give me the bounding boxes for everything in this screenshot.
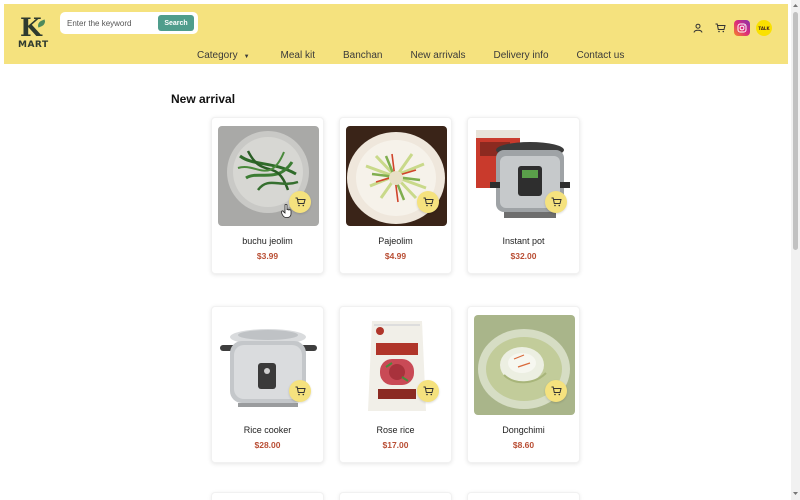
cart-icon bbox=[423, 386, 434, 396]
product-card[interactable]: Rice cooker $28.00 bbox=[211, 306, 324, 463]
user-icon[interactable] bbox=[690, 20, 706, 36]
caret-down-icon: ▼ bbox=[243, 53, 250, 60]
product-name[interactable]: Instant pot bbox=[468, 236, 579, 246]
add-to-cart-button[interactable] bbox=[545, 380, 567, 402]
product-name[interactable]: Pajeolim bbox=[340, 236, 451, 246]
cart-icon bbox=[423, 197, 434, 207]
header-icons: TALK bbox=[690, 18, 772, 38]
add-to-cart-button[interactable] bbox=[417, 191, 439, 213]
nav-item-meal-kit[interactable]: Meal kit bbox=[281, 50, 315, 61]
product-card[interactable]: Dongchimi $8.60 bbox=[467, 306, 580, 463]
kakaotalk-icon[interactable]: TALK bbox=[756, 20, 772, 36]
search-input[interactable] bbox=[67, 15, 155, 31]
cart-icon bbox=[551, 386, 562, 396]
logo-word: MART bbox=[18, 40, 49, 50]
kmart-logo[interactable]: K MART bbox=[18, 13, 52, 50]
add-to-cart-button[interactable] bbox=[545, 191, 567, 213]
cart-icon[interactable] bbox=[712, 20, 728, 36]
instagram-icon[interactable] bbox=[734, 20, 750, 36]
main-nav: Category ▼ Meal kit Banchan New arrivals … bbox=[188, 48, 624, 62]
add-to-cart-button[interactable] bbox=[417, 380, 439, 402]
product-card[interactable] bbox=[339, 492, 452, 500]
scroll-up-arrow-icon[interactable] bbox=[792, 2, 799, 9]
cart-icon bbox=[295, 197, 306, 207]
product-price: $17.00 bbox=[382, 440, 409, 450]
nav-item-contact-us[interactable]: Contact us bbox=[577, 50, 625, 61]
nav-item-new-arrivals[interactable]: New arrivals bbox=[410, 50, 465, 61]
product-name[interactable]: Rice cooker bbox=[212, 425, 323, 435]
nav-item-delivery-info[interactable]: Delivery info bbox=[493, 50, 548, 61]
product-price: $3.99 bbox=[256, 251, 279, 261]
product-price: $28.00 bbox=[254, 440, 281, 450]
search-button[interactable]: Search bbox=[158, 15, 194, 31]
product-card[interactable]: Rose rice $17.00 bbox=[339, 306, 452, 463]
product-name[interactable]: Rose rice bbox=[340, 425, 451, 435]
product-name[interactable]: Dongchimi bbox=[468, 425, 579, 435]
kakaotalk-label: TALK bbox=[758, 25, 770, 31]
section-title: New arrival bbox=[171, 92, 236, 106]
nav-item-category[interactable]: Category ▼ bbox=[197, 50, 250, 61]
cart-icon bbox=[295, 386, 306, 396]
product-card[interactable] bbox=[211, 492, 324, 500]
scrollbar-thumb[interactable] bbox=[793, 12, 798, 250]
vertical-scrollbar[interactable] bbox=[791, 0, 800, 500]
product-card[interactable]: Instant pot $32.00 bbox=[467, 117, 580, 274]
site-header: K MART Search TALK Category ▼ bbox=[4, 4, 788, 64]
add-to-cart-button[interactable] bbox=[289, 380, 311, 402]
hand-cursor-icon bbox=[281, 204, 292, 218]
product-card[interactable]: Pajeolim $4.99 bbox=[339, 117, 452, 274]
product-name[interactable]: buchu jeolim bbox=[212, 236, 323, 246]
product-price: $4.99 bbox=[384, 251, 407, 261]
product-card[interactable]: buchu jeolim $3.99 bbox=[211, 117, 324, 274]
search-bar: Search bbox=[60, 12, 198, 34]
cart-icon bbox=[551, 197, 562, 207]
product-price: $8.60 bbox=[512, 440, 535, 450]
nav-item-label: Category bbox=[197, 49, 238, 61]
scroll-down-arrow-icon[interactable] bbox=[792, 490, 799, 497]
page: K MART Search TALK Category ▼ bbox=[0, 0, 800, 500]
product-card[interactable] bbox=[467, 492, 580, 500]
product-price: $32.00 bbox=[510, 251, 537, 261]
nav-item-banchan[interactable]: Banchan bbox=[343, 50, 382, 61]
